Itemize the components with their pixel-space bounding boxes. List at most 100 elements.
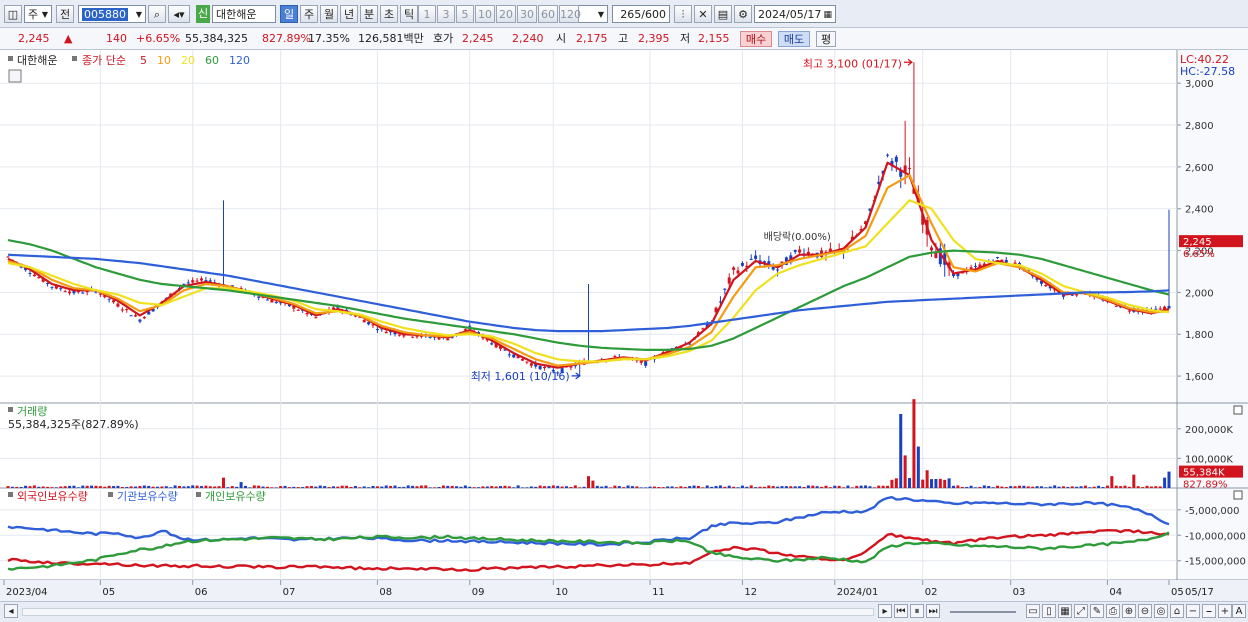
volume-bar: [1154, 486, 1158, 488]
volume-bar: [243, 485, 247, 488]
volume-bar: [1031, 486, 1035, 488]
all-button[interactable]: 전: [56, 5, 74, 23]
period-tab[interactable]: 월: [320, 5, 338, 23]
candle-icon[interactable]: ⫶: [674, 5, 692, 23]
grid-icon[interactable]: ▦: [1058, 604, 1072, 618]
lock-icon[interactable]: ⌂: [1170, 604, 1184, 618]
volume-bar: [490, 486, 494, 488]
pen-icon[interactable]: ✎: [1090, 604, 1104, 618]
volume-bar: [125, 486, 129, 488]
candle-body: [107, 298, 111, 300]
sell-button[interactable]: 매도: [778, 31, 810, 47]
candle-body: [749, 258, 753, 260]
text-size-icon[interactable]: A: [1232, 604, 1246, 618]
volume-bar: [652, 486, 656, 488]
save-icon[interactable]: ▤: [714, 5, 732, 23]
interval-button[interactable]: 5: [456, 5, 474, 23]
volume-title: 거래량: [17, 405, 47, 418]
y-tick-label: 2,000: [1185, 288, 1214, 299]
zoom-in-icon[interactable]: ⊕: [1122, 604, 1136, 618]
interval-button[interactable]: 10: [475, 5, 495, 23]
avg-button[interactable]: 평: [816, 31, 836, 47]
expand-icon[interactable]: ⤢: [1074, 604, 1088, 618]
volume-bar: [630, 486, 634, 488]
window-icon[interactable]: ◫: [4, 5, 22, 23]
volume-bar: [481, 486, 485, 488]
period-tab[interactable]: 틱: [400, 5, 418, 23]
chart-area[interactable]: 3,000 2,800 2,600 2,400 2,200 2,000 1,800 1,600…: [0, 50, 1248, 601]
volume-bar: [160, 486, 164, 488]
volume-bar: [446, 485, 450, 488]
volume-bar: [815, 486, 819, 488]
layout-icon[interactable]: ▭: [1026, 604, 1040, 618]
split-icon[interactable]: ▯: [1042, 604, 1056, 618]
period-tab[interactable]: 초: [380, 5, 398, 23]
interval-button[interactable]: 30: [517, 5, 537, 23]
volume-bar: [657, 486, 661, 488]
change-pct: +6.65%: [136, 32, 181, 45]
volume-bar: [569, 487, 573, 488]
candle-body: [402, 335, 406, 337]
volume-bar: [846, 485, 850, 488]
last-icon[interactable]: ⏭: [926, 604, 940, 618]
candle-body: [195, 280, 199, 282]
interval-button[interactable]: 1: [418, 5, 436, 23]
low-label: 저: [680, 32, 691, 45]
print-icon[interactable]: ⎙: [1106, 604, 1120, 618]
search-icon[interactable]: ⌕: [148, 5, 166, 23]
volume-summary: 55,384,325주(827.89%): [8, 418, 139, 431]
period-tab[interactable]: 분: [360, 5, 378, 23]
capture-icon[interactable]: ◎: [1154, 604, 1168, 618]
interval-button[interactable]: 3: [437, 5, 455, 23]
interval-button[interactable]: 120: [559, 5, 581, 23]
volume-bar: [969, 485, 973, 488]
price-tag: 2,245: [1183, 237, 1212, 248]
volume-bar: [235, 486, 239, 488]
candle-body: [191, 280, 195, 283]
speaker-icon[interactable]: ◂▾: [168, 5, 190, 23]
amount: 126,581백만: [358, 32, 424, 45]
scroll-right-icon[interactable]: ▸: [878, 604, 892, 618]
chart-svg[interactable]: 3,0002,8002,6002,4002,2002,0001,8001,600…: [0, 50, 1248, 601]
plus-icon[interactable]: +: [1218, 604, 1232, 618]
volume-bar: [842, 487, 846, 488]
zoom-slider[interactable]: [950, 611, 1016, 613]
first-icon[interactable]: ⏮: [894, 604, 908, 618]
line-icon[interactable]: ⎯: [1202, 604, 1216, 618]
volume-bar: [257, 485, 261, 488]
stock-name-field[interactable]: 대한해운: [212, 5, 276, 23]
buy-button[interactable]: 매수: [740, 31, 772, 47]
volume-bar: [837, 485, 841, 488]
period-tab[interactable]: 년: [340, 5, 358, 23]
scroll-left-icon[interactable]: ◂: [4, 604, 18, 618]
count-field[interactable]: 265/600: [612, 5, 670, 23]
type-select[interactable]: 주 ▼: [24, 5, 52, 23]
volume-bar: [1163, 477, 1167, 488]
volume-bar: [274, 487, 278, 488]
volume-bar: [987, 485, 991, 488]
candle-body: [644, 361, 648, 366]
volume-bar: [525, 487, 529, 488]
x-tick-label: 05: [102, 587, 115, 598]
period-tab[interactable]: 일: [280, 5, 298, 23]
candle-body: [525, 361, 529, 363]
gear-icon[interactable]: ⚙: [734, 5, 752, 23]
volume-bar: [384, 485, 388, 488]
code-input[interactable]: 005880 ▼: [78, 5, 146, 23]
candle-body: [1158, 308, 1162, 310]
pause-icon[interactable]: ⏸: [910, 604, 924, 618]
scrollbar-track[interactable]: [22, 608, 874, 616]
date-field[interactable]: 2024/05/17 ▦: [754, 5, 836, 23]
interval-button[interactable]: 20: [496, 5, 516, 23]
period-tab[interactable]: 주: [300, 5, 318, 23]
interval-button[interactable]: 60: [538, 5, 558, 23]
volume-bar: [389, 486, 393, 488]
zoom-out-icon[interactable]: ⊖: [1138, 604, 1152, 618]
cross-icon[interactable]: ✕: [694, 5, 712, 23]
volume-bar: [701, 487, 705, 488]
volume-bar: [173, 485, 177, 488]
volume-bar: [68, 485, 72, 488]
volume-bar: [604, 485, 608, 488]
minus-icon[interactable]: −: [1186, 604, 1200, 618]
volume-bar: [380, 486, 384, 488]
